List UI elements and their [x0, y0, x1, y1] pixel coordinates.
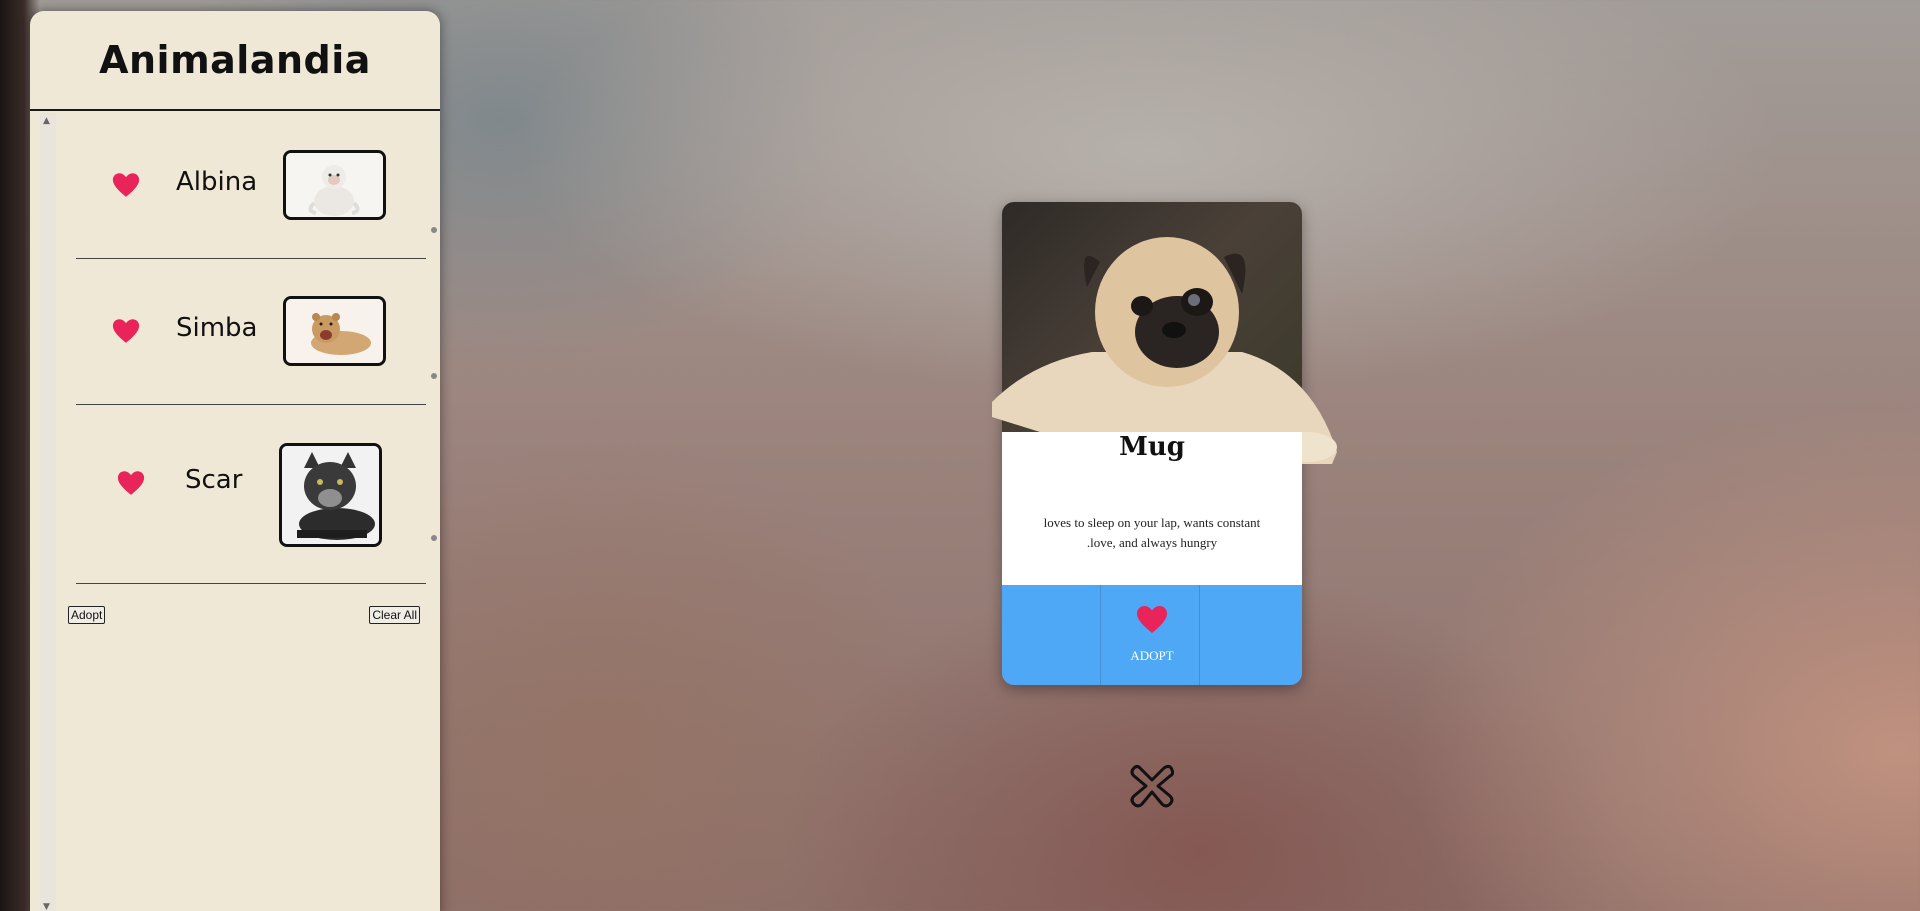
animal-photo: [992, 202, 1337, 468]
sidebar-header: Animalandia: [30, 11, 440, 111]
favorite-name: Albina: [176, 167, 258, 197]
adopt-all-button[interactable]: Adopt: [68, 606, 106, 624]
sidebar-scrollbar[interactable]: ▲ ▼: [40, 113, 56, 911]
list-item: Albina: [76, 113, 437, 259]
footer-divider: [1199, 585, 1200, 685]
heart-icon[interactable]: [111, 317, 141, 345]
scroll-down-arrow-icon[interactable]: ▼: [43, 903, 50, 911]
list-item: Scar: [76, 405, 437, 584]
favorites-list: Albina Simba Scar: [76, 113, 437, 584]
list-marker: [431, 535, 437, 541]
list-marker: [431, 373, 437, 379]
list-marker: [431, 227, 437, 233]
close-x-icon[interactable]: [1130, 764, 1175, 808]
adopt-button[interactable]: ADOPT: [1002, 648, 1302, 664]
clear-all-button[interactable]: Clear All: [369, 606, 420, 624]
heart-icon[interactable]: [116, 469, 146, 497]
scroll-up-arrow-icon[interactable]: ▲: [43, 117, 50, 126]
list-item: Simba: [76, 259, 437, 405]
card-footer: ADOPT: [1002, 585, 1302, 685]
favorite-thumbnail[interactable]: [279, 443, 382, 547]
heart-icon[interactable]: [111, 171, 141, 199]
animal-name: Mug: [1119, 432, 1185, 462]
animal-card: Mug loves to sleep on your lap, wants co…: [992, 202, 1337, 685]
favorite-thumbnail[interactable]: [283, 150, 386, 220]
app-title: Animalandia: [99, 38, 371, 82]
favorite-thumbnail[interactable]: [283, 296, 386, 366]
footer-divider: [1100, 585, 1101, 685]
animal-description: loves to sleep on your lap, wants consta…: [1043, 515, 1261, 550]
favorites-sidebar: Animalandia ▲ ▼ Albina Simba Scar Adopt …: [30, 11, 440, 911]
favorite-name: Simba: [176, 313, 258, 343]
heart-icon[interactable]: [1136, 605, 1168, 638]
sidebar-actions: Adopt Clear All: [68, 606, 420, 624]
favorite-name: Scar: [185, 465, 243, 495]
